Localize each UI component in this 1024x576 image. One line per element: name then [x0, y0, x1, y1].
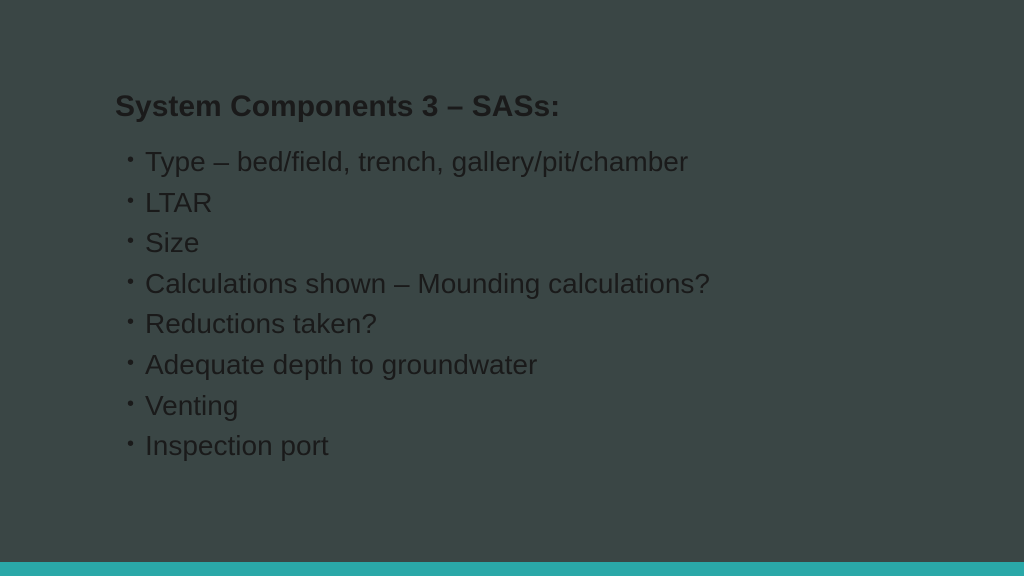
list-item: Calculations shown – Mounding calculatio… — [127, 264, 909, 305]
list-item: Reductions taken? — [127, 304, 909, 345]
list-item: Size — [127, 223, 909, 264]
list-item: Venting — [127, 386, 909, 427]
list-item: Type – bed/field, trench, gallery/pit/ch… — [127, 142, 909, 183]
list-item: Inspection port — [127, 426, 909, 467]
bullet-list: Type – bed/field, trench, gallery/pit/ch… — [115, 142, 909, 467]
bottom-accent-bar — [0, 562, 1024, 576]
slide-content: System Components 3 – SASs: Type – bed/f… — [0, 0, 1024, 467]
list-item: Adequate depth to groundwater — [127, 345, 909, 386]
slide-title: System Components 3 – SASs: — [115, 90, 909, 124]
list-item: LTAR — [127, 183, 909, 224]
